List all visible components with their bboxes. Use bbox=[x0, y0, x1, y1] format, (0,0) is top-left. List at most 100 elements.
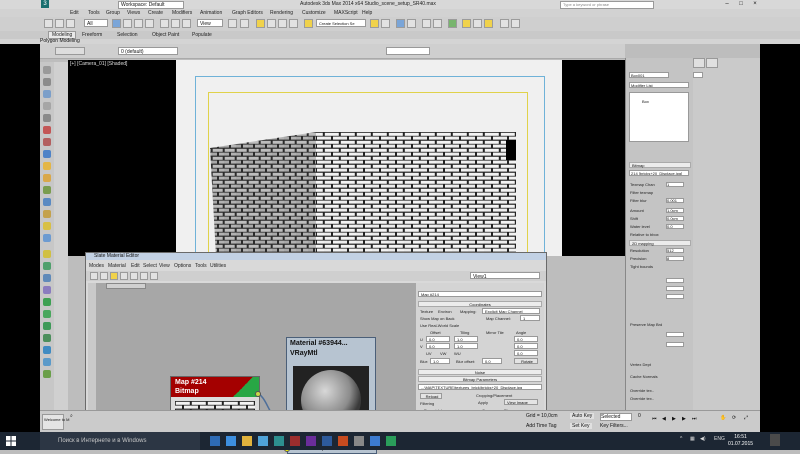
layer-dropdown[interactable]: 0 (default) bbox=[118, 47, 178, 55]
sme-menu-view[interactable]: View bbox=[159, 263, 170, 269]
network-icon[interactable]: ▦ bbox=[690, 436, 695, 442]
taskbar-clock[interactable]: 16:51 01.07.2015 bbox=[728, 434, 753, 448]
tab-populate[interactable]: Populate bbox=[192, 32, 212, 38]
tool-3-icon[interactable] bbox=[43, 90, 51, 98]
undo-icon[interactable] bbox=[44, 19, 53, 28]
spinner-c[interactable] bbox=[666, 294, 684, 299]
tool-25-icon[interactable] bbox=[43, 358, 51, 366]
stack-item-box[interactable]: Box bbox=[642, 99, 649, 104]
add-time-tag[interactable]: Add Time Tag bbox=[526, 423, 556, 429]
tool-26-icon[interactable] bbox=[43, 370, 51, 378]
schematic-view-icon[interactable] bbox=[433, 19, 442, 28]
workspace-dropdown[interactable]: Workspace: Default bbox=[118, 1, 184, 9]
param2-value-0[interactable]: 512 bbox=[666, 248, 684, 253]
spinner-snap-icon[interactable] bbox=[289, 19, 298, 28]
sme-menu-modes[interactable]: Modes bbox=[89, 263, 104, 269]
viewport-label[interactable]: [+] [Camera_01] [Shaded] bbox=[70, 61, 127, 67]
align-icon[interactable] bbox=[381, 19, 390, 28]
sme-tool-2-icon[interactable] bbox=[100, 272, 108, 280]
modifier-stack[interactable]: Box bbox=[629, 92, 689, 142]
real-world-checkbox[interactable]: Use Real-World Scale bbox=[420, 323, 459, 328]
sme-tool-3-icon[interactable] bbox=[110, 272, 118, 280]
edge-icon[interactable] bbox=[226, 436, 236, 446]
menu-create[interactable]: Create bbox=[148, 10, 163, 16]
sme-title-bar[interactable]: Slate Material Editor bbox=[86, 253, 546, 260]
language-indicator[interactable]: ENG bbox=[714, 436, 725, 442]
environ-radio[interactable]: Environ bbox=[438, 309, 452, 314]
maxscript-listener[interactable]: Welcome to M bbox=[42, 414, 70, 430]
illustrator-icon[interactable] bbox=[338, 436, 348, 446]
app-purple-icon[interactable] bbox=[306, 436, 316, 446]
show-map-back-checkbox[interactable]: Show Map on Back bbox=[420, 316, 454, 321]
layer-tools-icon[interactable] bbox=[55, 47, 85, 55]
v-tiling-field[interactable]: 1,0 bbox=[454, 343, 478, 349]
app-gray-icon[interactable] bbox=[354, 436, 364, 446]
snap-toggle-icon[interactable] bbox=[256, 19, 265, 28]
camera-viewport[interactable]: [+] [Camera_01] [Shaded] bbox=[68, 60, 625, 256]
percent-snap-icon[interactable] bbox=[278, 19, 287, 28]
tool-24-icon[interactable] bbox=[43, 346, 51, 354]
tool-5-icon[interactable] bbox=[43, 114, 51, 122]
menu-customize[interactable]: Customize bbox=[302, 10, 326, 16]
set-key-button[interactable]: Set Key bbox=[570, 423, 592, 429]
graphite-toggle-icon[interactable] bbox=[407, 19, 416, 28]
spinner-b[interactable] bbox=[666, 286, 684, 291]
notifications-icon[interactable] bbox=[770, 434, 780, 446]
u-offset-field[interactable]: 0,0 bbox=[426, 336, 450, 342]
prev-frame-icon[interactable]: ◀ bbox=[662, 416, 666, 422]
named-selection-dropdown[interactable]: Create Selection Se bbox=[316, 19, 366, 27]
pivot-icon[interactable] bbox=[228, 19, 237, 28]
volume-icon[interactable]: ◀) bbox=[700, 436, 706, 442]
scale-icon[interactable] bbox=[182, 19, 191, 28]
selection-filter-dropdown[interactable]: All bbox=[84, 19, 108, 27]
bitmap-path-button[interactable]: ...\MAP\TEXTURE\textures_brick\bricks+20… bbox=[418, 384, 542, 390]
sme-tool-6-icon[interactable] bbox=[140, 272, 148, 280]
sme-tool-5-icon[interactable] bbox=[130, 272, 138, 280]
app-logo-icon[interactable]: 3 bbox=[41, 0, 49, 8]
tool-13-icon[interactable] bbox=[43, 210, 51, 218]
tool-18-icon[interactable] bbox=[43, 274, 51, 282]
maximize-viewport-icon[interactable]: ⤢ bbox=[744, 415, 748, 421]
material-editor-icon[interactable] bbox=[448, 19, 457, 28]
menu-animation[interactable]: Animation bbox=[200, 10, 222, 16]
u-tiling-field[interactable]: 1,0 bbox=[454, 336, 478, 342]
tab-selection[interactable]: Selection bbox=[117, 32, 138, 38]
u-angle-field[interactable]: 0,0 bbox=[514, 336, 538, 342]
brick-wall-model[interactable] bbox=[68, 60, 625, 256]
spinner-e[interactable] bbox=[666, 342, 684, 347]
sme-menu-tools[interactable]: Tools bbox=[195, 263, 207, 269]
tray-arrow-icon[interactable]: ^ bbox=[680, 436, 682, 442]
sme-tool-7-icon[interactable] bbox=[150, 272, 158, 280]
ribbon-field[interactable] bbox=[386, 47, 430, 55]
bitmap-output-socket[interactable] bbox=[255, 391, 261, 397]
mirror-icon[interactable] bbox=[370, 19, 379, 28]
create-tab-icon[interactable] bbox=[693, 58, 705, 68]
param-value-3[interactable]: 1.0cm bbox=[666, 208, 684, 213]
view-image-button[interactable]: View Image bbox=[504, 399, 538, 405]
redo-icon[interactable] bbox=[55, 19, 64, 28]
goto-end-icon[interactable]: ⏭ bbox=[692, 416, 697, 422]
photoshop-icon[interactable] bbox=[322, 436, 332, 446]
app-blue-icon[interactable] bbox=[370, 436, 380, 446]
tool-6-icon[interactable] bbox=[43, 126, 51, 134]
selected-dropdown[interactable]: Selected bbox=[600, 413, 632, 421]
menu-rendering[interactable]: Rendering bbox=[270, 10, 293, 16]
param-value-5[interactable]: 0.0 bbox=[666, 224, 684, 229]
tool-11-icon[interactable] bbox=[43, 186, 51, 194]
menu-edit[interactable]: Edit bbox=[70, 10, 79, 16]
tool-15-icon[interactable] bbox=[43, 234, 51, 242]
apply-checkbox[interactable]: Apply bbox=[478, 400, 488, 405]
frame-field[interactable]: 0 bbox=[638, 413, 641, 419]
sme-menu-material[interactable]: Material bbox=[108, 263, 126, 269]
tool-21-icon[interactable] bbox=[43, 310, 51, 318]
sme-menu-edit[interactable]: Edit bbox=[131, 263, 140, 269]
app-green-icon[interactable] bbox=[386, 436, 396, 446]
rollout-bitmap-parameters[interactable]: Bitmap Parameters bbox=[418, 376, 542, 382]
menu-tools[interactable]: Tools bbox=[88, 10, 100, 16]
edit-named-selection-icon[interactable] bbox=[304, 19, 313, 28]
curve-editor-icon[interactable] bbox=[422, 19, 431, 28]
tool-20-icon[interactable] bbox=[43, 298, 51, 306]
param-value-2[interactable]: 0.001 bbox=[666, 198, 684, 203]
map-channel-field[interactable]: 1 bbox=[520, 315, 540, 321]
rollout-noise[interactable]: Noise bbox=[418, 369, 542, 375]
